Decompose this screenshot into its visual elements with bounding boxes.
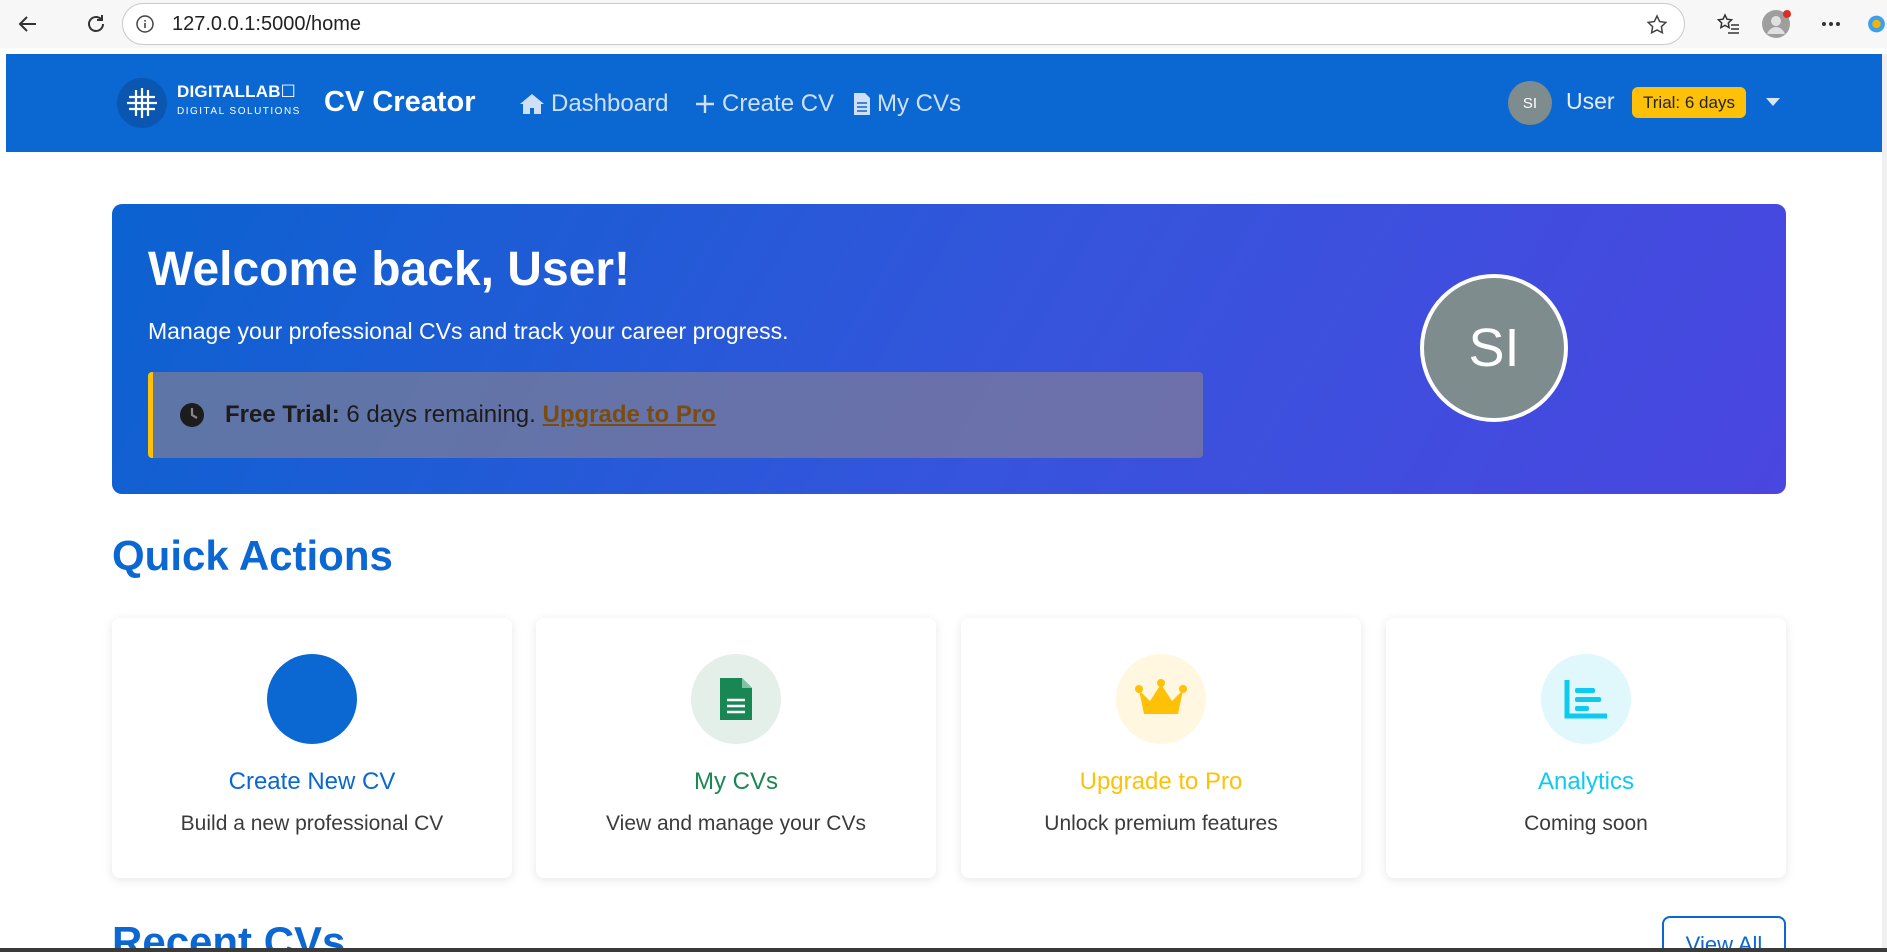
document-icon <box>691 654 781 744</box>
home-icon <box>520 94 544 114</box>
chart-icon <box>1541 654 1631 744</box>
crown-icon <box>1116 654 1206 744</box>
file-icon <box>854 93 870 115</box>
upgrade-link[interactable]: Upgrade to Pro <box>543 401 716 428</box>
nav-my-cvs-label: My CVs <box>877 90 961 117</box>
nav-my-cvs[interactable]: My CVs <box>853 90 961 118</box>
card-upgrade-pro[interactable]: Upgrade to Pro Unlock premium features <box>961 618 1361 878</box>
reload-icon[interactable] <box>82 10 110 38</box>
welcome-title: Welcome back, User! <box>148 243 630 296</box>
quick-actions-title: Quick Actions <box>112 532 393 579</box>
view-all-button[interactable]: View All <box>1662 916 1786 952</box>
profile-icon[interactable] <box>1760 8 1792 40</box>
card-title: Analytics <box>1537 768 1635 795</box>
card-my-cvs[interactable]: My CVs View and manage your CVs <box>536 618 936 878</box>
create-cv-icon <box>267 654 357 744</box>
browser-toolbar: 127.0.0.1:5000/home <box>0 0 1887 48</box>
recent-cvs-title: Recent CVs <box>112 918 346 952</box>
card-description: Unlock premium features <box>1044 812 1278 835</box>
window-bottom-border <box>0 948 1887 952</box>
favorites-list-icon[interactable] <box>1712 8 1744 40</box>
logo-main-text: DIGITALLAB☐ <box>177 82 297 101</box>
url-text[interactable]: 127.0.0.1:5000/home <box>172 13 361 36</box>
card-analytics[interactable]: Analytics Coming soon <box>1386 618 1786 878</box>
user-avatar[interactable]: SI <box>1508 81 1552 125</box>
logo-wordmark[interactable]: DIGITALLAB☐ DIGITAL SOLUTIONS <box>177 82 301 117</box>
plus-icon <box>696 95 714 113</box>
nav-create-cv[interactable]: Create CV <box>694 90 834 118</box>
notification-dot <box>1783 10 1791 18</box>
favorite-star-icon[interactable] <box>1645 13 1669 42</box>
scrollbar-track[interactable] <box>1882 54 1887 948</box>
logo-icon[interactable] <box>117 78 167 128</box>
card-description: Build a new professional CV <box>180 812 444 835</box>
logo-sub-text: DIGITAL SOLUTIONS <box>177 106 301 117</box>
trial-remaining: 6 days remaining. <box>339 401 543 428</box>
app-navbar: DIGITALLAB☐ DIGITAL SOLUTIONS CV Creator… <box>6 54 1887 152</box>
welcome-subtitle: Manage your professional CVs and track y… <box>148 318 789 344</box>
trial-label: Free Trial: <box>225 401 340 428</box>
welcome-hero: Welcome back, User! Manage your professi… <box>112 204 1786 494</box>
trial-alert: Free Trial: 6 days remaining. Upgrade to… <box>148 372 1203 458</box>
brand-title[interactable]: CV Creator <box>324 86 476 119</box>
nav-create-cv-label: Create CV <box>722 90 835 117</box>
address-bar[interactable]: 127.0.0.1:5000/home <box>122 3 1685 45</box>
more-menu-icon[interactable] <box>1815 8 1847 40</box>
copilot-icon[interactable] <box>1866 8 1887 40</box>
card-create-cv[interactable]: Create New CV Build a new professional C… <box>112 618 512 878</box>
card-description: View and manage your CVs <box>606 812 866 835</box>
back-arrow-icon[interactable] <box>14 10 42 38</box>
card-description: Coming soon <box>1524 812 1648 835</box>
card-title: Create New CV <box>228 768 396 795</box>
clock-icon <box>179 402 205 428</box>
hero-avatar: SI <box>1420 274 1568 422</box>
trial-badge: Trial: 6 days <box>1632 87 1746 118</box>
chevron-down-icon[interactable] <box>1766 98 1780 106</box>
nav-dashboard[interactable]: Dashboard <box>519 90 668 118</box>
nav-dashboard-label: Dashboard <box>551 90 669 117</box>
site-info-icon[interactable] <box>134 13 156 35</box>
card-title: My CVs <box>694 768 778 795</box>
card-title: Upgrade to Pro <box>1079 768 1243 795</box>
trial-text: Free Trial: 6 days remaining. Upgrade to… <box>225 401 716 429</box>
user-name[interactable]: User <box>1566 88 1615 115</box>
